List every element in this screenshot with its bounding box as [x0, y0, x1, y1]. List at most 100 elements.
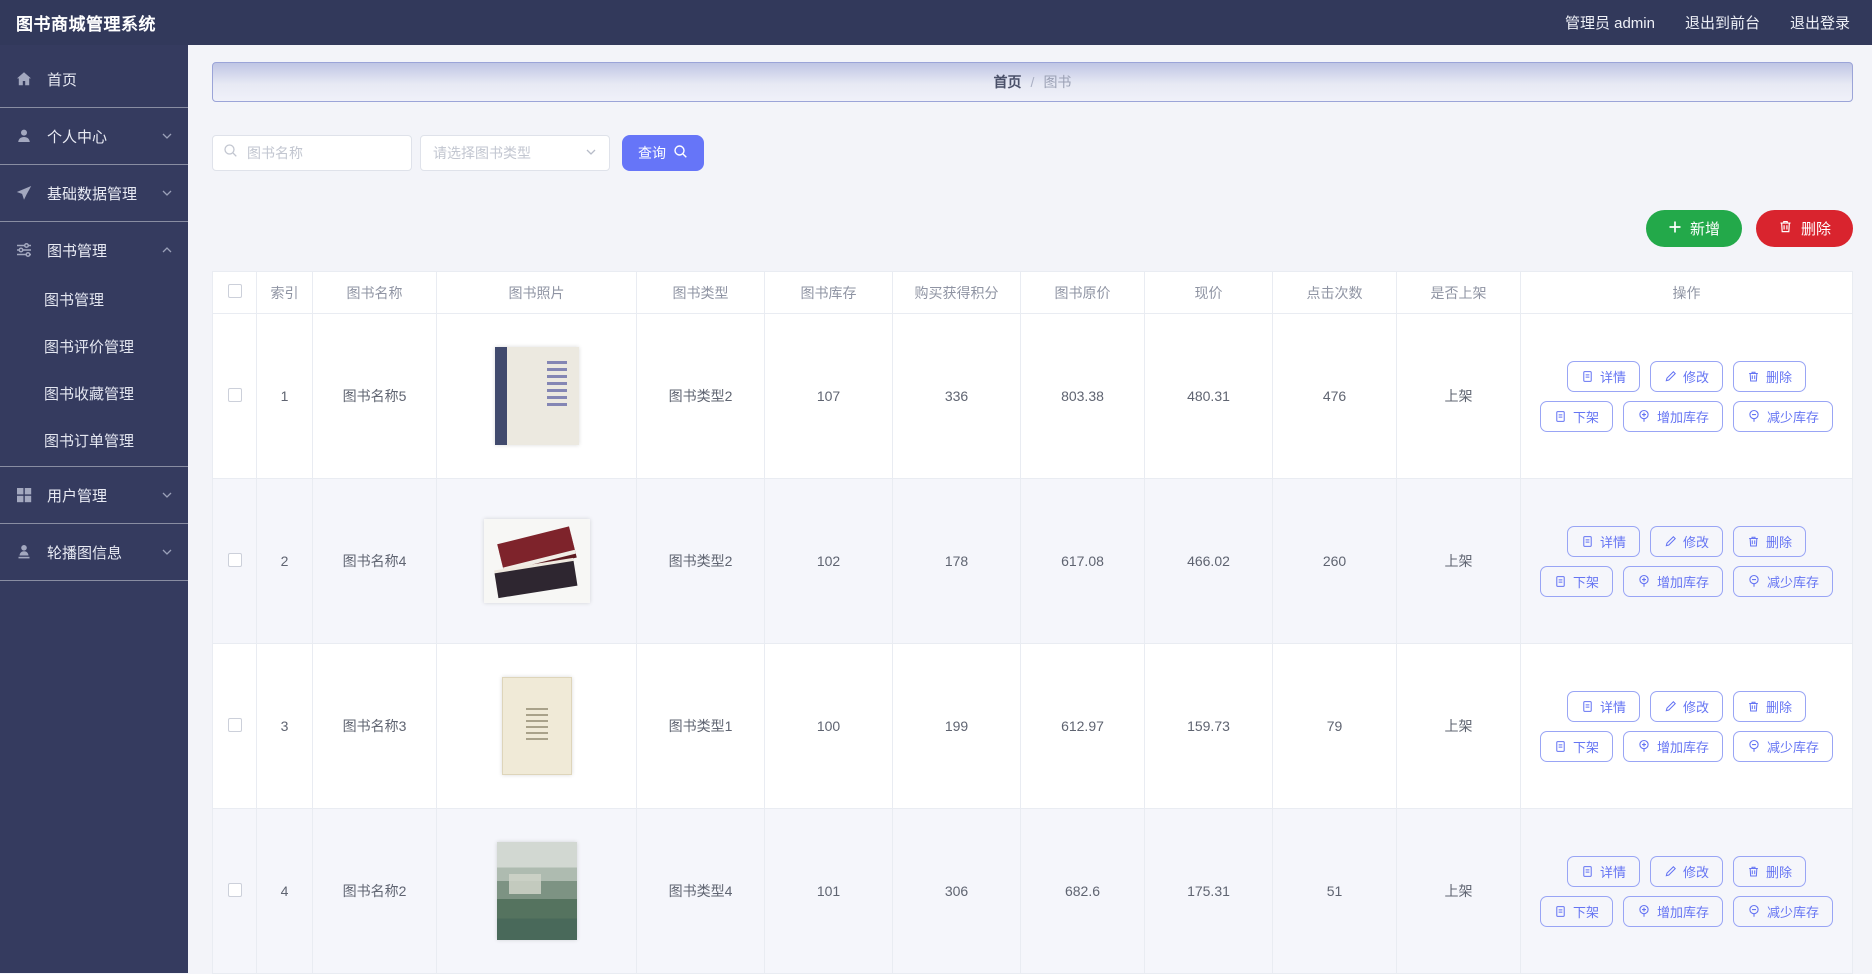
edit-button[interactable]: 修改: [1650, 691, 1723, 722]
select-all-checkbox[interactable]: [228, 284, 242, 298]
sidebar-item-book-management[interactable]: 图书管理: [0, 224, 188, 276]
add-stock-button[interactable]: 增加库存: [1623, 896, 1723, 927]
reduce-stock-button[interactable]: 减少库存: [1733, 401, 1833, 432]
add-stock-button-label: 增加库存: [1657, 572, 1709, 591]
reduce-stock-button-label: 减少库存: [1767, 737, 1819, 756]
sidebar-divider: [0, 466, 188, 467]
cell-clicks: 79: [1273, 644, 1397, 809]
cell-points: 199: [893, 644, 1021, 809]
off-shelf-button[interactable]: 下架: [1540, 731, 1613, 762]
reduce-stock-button[interactable]: 减少库存: [1733, 896, 1833, 927]
add-stock-button[interactable]: 增加库存: [1623, 731, 1723, 762]
cell-book-type: 图书类型2: [637, 314, 765, 479]
book-cover-image: [502, 677, 572, 775]
reduce-stock-button-label: 减少库存: [1767, 902, 1819, 921]
home-icon: [15, 70, 33, 88]
sidebar-item-label: 图书订单管理: [44, 430, 134, 451]
edit-button[interactable]: 修改: [1650, 526, 1723, 557]
sidebar-item-home[interactable]: 首页: [0, 53, 188, 105]
sidebar-divider: [0, 164, 188, 165]
off-shelf-button[interactable]: 下架: [1540, 566, 1613, 597]
sidebar-item-carousel-info[interactable]: 轮播图信息: [0, 526, 188, 578]
row-delete-button[interactable]: 删除: [1733, 856, 1806, 887]
sidebar-item-label: 轮播图信息: [47, 542, 122, 563]
off-shelf-button-label: 下架: [1573, 572, 1599, 591]
column-header: 图书类型: [637, 272, 765, 314]
sidebar-item-label: 首页: [47, 69, 77, 90]
edit-button[interactable]: 修改: [1650, 361, 1723, 392]
row-checkbox[interactable]: [228, 883, 242, 897]
chevron-down-icon: [161, 187, 173, 199]
edit-button[interactable]: 修改: [1650, 856, 1723, 887]
cell-original-price: 612.97: [1021, 644, 1145, 809]
detail-button[interactable]: 详情: [1567, 526, 1640, 557]
sidebar-subitem-book-favorite-manage[interactable]: 图书收藏管理: [0, 370, 188, 417]
column-header: 图书名称: [313, 272, 437, 314]
add-stock-button[interactable]: 增加库存: [1623, 401, 1723, 432]
cell-index: 1: [257, 314, 313, 479]
sidebar-item-label: 图书管理: [44, 289, 104, 310]
sidebar-subitem-book-review-manage[interactable]: 图书评价管理: [0, 323, 188, 370]
detail-button[interactable]: 详情: [1567, 691, 1640, 722]
off-shelf-button[interactable]: 下架: [1540, 401, 1613, 432]
book-cover-image: [484, 519, 590, 603]
reduce-stock-button[interactable]: 减少库存: [1733, 566, 1833, 597]
exit-to-front-link[interactable]: 退出到前台: [1685, 12, 1760, 33]
sidebar-item-label: 个人中心: [47, 126, 107, 147]
grid-icon: [15, 486, 33, 504]
edit-button-label: 修改: [1683, 697, 1709, 716]
logout-link[interactable]: 退出登录: [1790, 12, 1850, 33]
sidebar-subitem-book-manage[interactable]: 图书管理: [0, 276, 188, 323]
books-table: 索引 图书名称 图书照片 图书类型 图书库存 购买获得积分 图书原价 现价 点击…: [212, 271, 1853, 974]
cell-status: 上架: [1397, 809, 1521, 974]
reduce-stock-button[interactable]: 减少库存: [1733, 731, 1833, 762]
sidebar-subitem-book-order-manage[interactable]: 图书订单管理: [0, 417, 188, 464]
row-checkbox[interactable]: [228, 553, 242, 567]
column-header: 图书库存: [765, 272, 893, 314]
column-header: 购买获得积分: [893, 272, 1021, 314]
sidebar-divider: [0, 107, 188, 108]
breadcrumb-home[interactable]: 首页: [994, 72, 1022, 92]
row-delete-button[interactable]: 删除: [1733, 691, 1806, 722]
cell-book-type: 图书类型1: [637, 644, 765, 809]
delete-button[interactable]: 删除: [1756, 210, 1853, 247]
main-content: 首页 / 图书 请选择图书类型 查询: [188, 45, 1872, 973]
cell-stock: 100: [765, 644, 893, 809]
search-icon: [673, 144, 688, 162]
book-type-select[interactable]: 请选择图书类型: [420, 135, 610, 171]
query-button[interactable]: 查询: [622, 135, 704, 171]
edit-button-label: 修改: [1683, 532, 1709, 551]
off-shelf-button[interactable]: 下架: [1540, 896, 1613, 927]
sidebar-item-label: 图书评价管理: [44, 336, 134, 357]
cell-book-name: 图书名称4: [313, 479, 437, 644]
plus-icon: [1668, 220, 1682, 238]
cell-clicks: 51: [1273, 809, 1397, 974]
row-checkbox[interactable]: [228, 718, 242, 732]
row-actions: 详情 修改 删除 下架 增加库存 减少库存: [1521, 361, 1852, 432]
column-header: 现价: [1145, 272, 1273, 314]
cell-current-price: 480.31: [1145, 314, 1273, 479]
sidebar-item-user-management[interactable]: 用户管理: [0, 469, 188, 521]
cell-book-type: 图书类型2: [637, 479, 765, 644]
sidebar-item-personal-center[interactable]: 个人中心: [0, 110, 188, 162]
add-stock-button[interactable]: 增加库存: [1623, 566, 1723, 597]
detail-button[interactable]: 详情: [1567, 856, 1640, 887]
topbar-links: 管理员 admin 退出到前台 退出登录: [1565, 12, 1850, 33]
column-header: 是否上架: [1397, 272, 1521, 314]
row-checkbox[interactable]: [228, 388, 242, 402]
person-icon: [15, 543, 33, 561]
row-delete-button[interactable]: 删除: [1733, 361, 1806, 392]
book-name-input[interactable]: [245, 144, 401, 162]
add-button[interactable]: 新增: [1646, 210, 1742, 247]
cell-stock: 102: [765, 479, 893, 644]
cell-status: 上架: [1397, 644, 1521, 809]
sidebar-divider: [0, 580, 188, 581]
cell-stock: 107: [765, 314, 893, 479]
detail-button[interactable]: 详情: [1567, 361, 1640, 392]
sidebar-item-base-data[interactable]: 基础数据管理: [0, 167, 188, 219]
row-delete-button[interactable]: 删除: [1733, 526, 1806, 557]
admin-user-label: 管理员 admin: [1565, 12, 1655, 33]
app-title: 图书商城管理系统: [16, 10, 156, 35]
query-button-label: 查询: [638, 143, 666, 163]
add-stock-button-label: 增加库存: [1657, 902, 1709, 921]
